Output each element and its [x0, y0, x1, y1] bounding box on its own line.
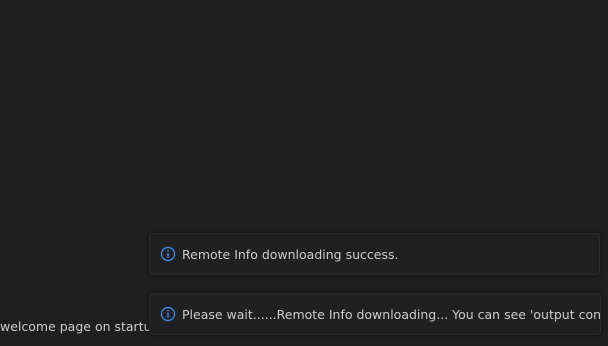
editor-area: welcome page on startup Remote Info down…: [0, 0, 608, 346]
notification-message: Please wait......Remote Info downloading…: [182, 306, 600, 322]
notification-toast[interactable]: Please wait......Remote Info downloading…: [149, 293, 601, 335]
notification-message: Remote Info downloading success.: [182, 246, 399, 262]
welcome-page-startup-label[interactable]: welcome page on startup: [0, 318, 159, 334]
notification-toast[interactable]: Remote Info downloading success.: [149, 233, 600, 275]
info-icon: [160, 246, 176, 262]
info-icon: [160, 306, 176, 322]
